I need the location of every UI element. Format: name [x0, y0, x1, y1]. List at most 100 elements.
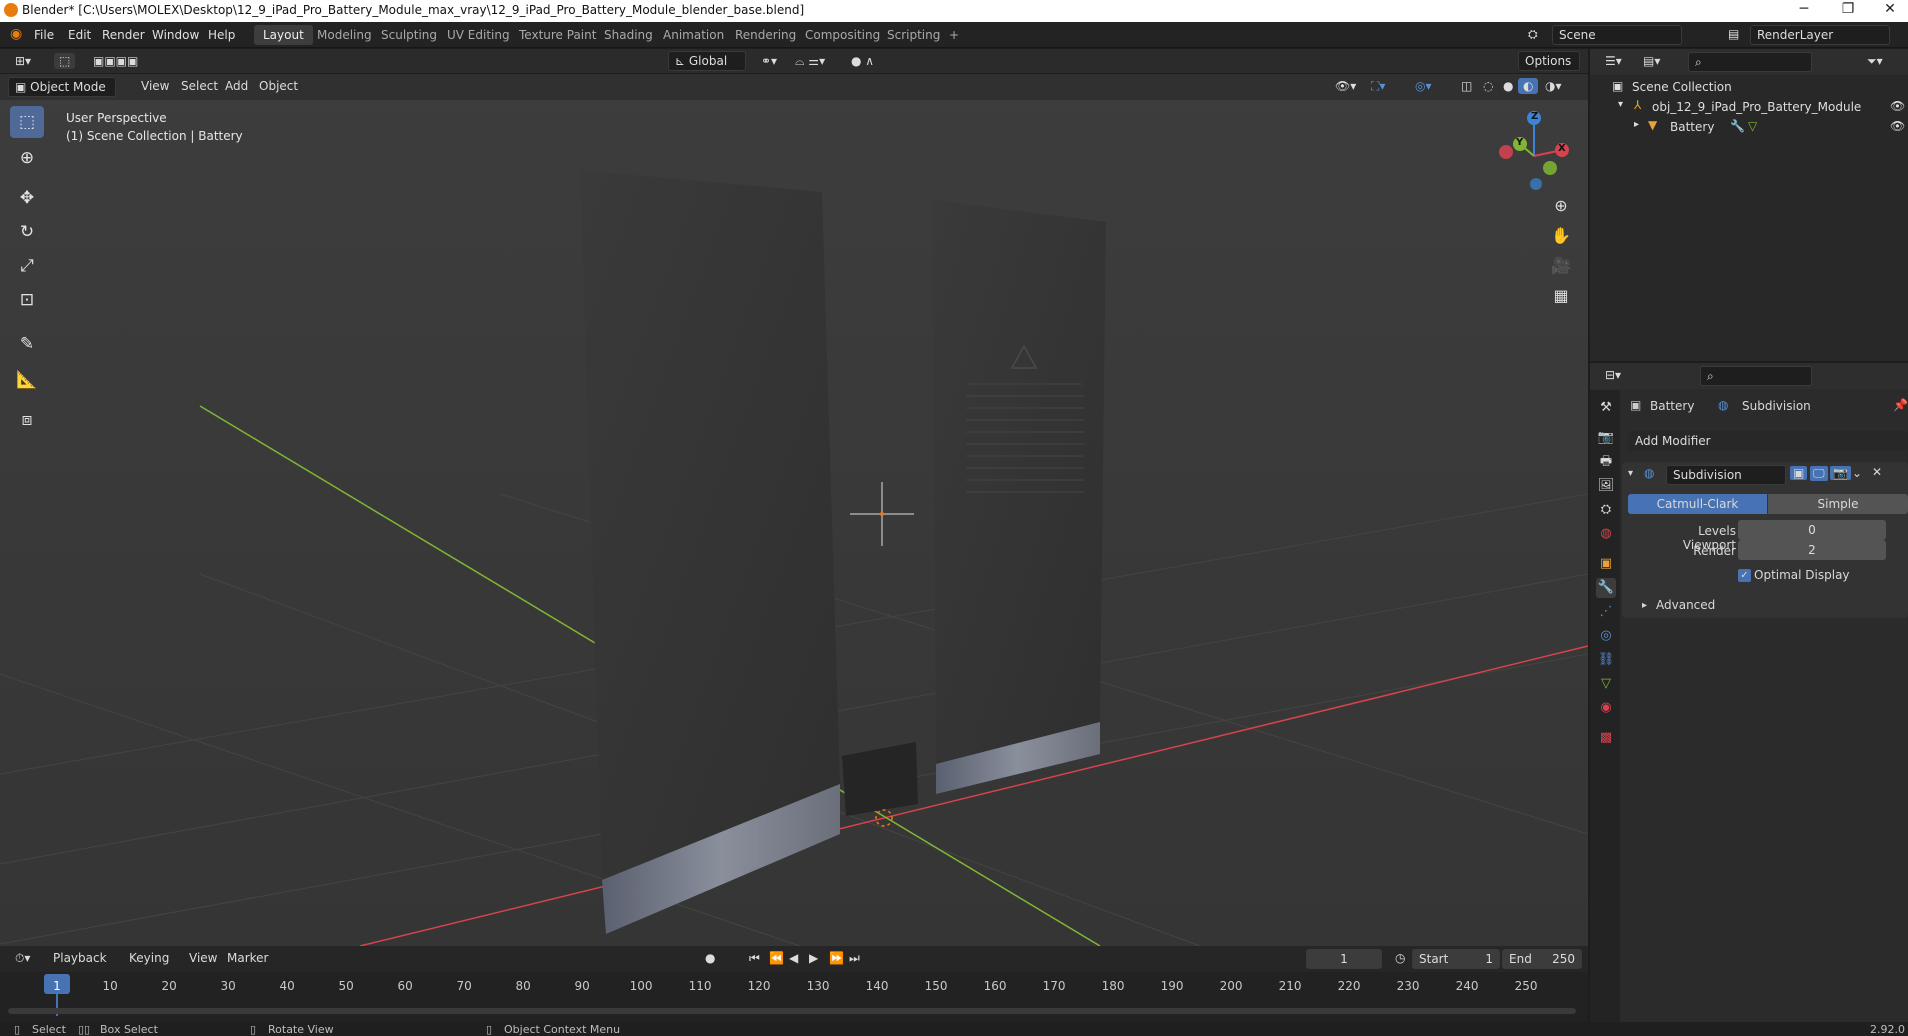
- outliner-item[interactable]: ▸ ▼ Battery 🔧 ▽ 👁: [1590, 117, 1908, 137]
- menu-view[interactable]: View: [136, 78, 174, 94]
- scale-tool-icon[interactable]: ⤢: [10, 250, 44, 282]
- advanced-expand-icon[interactable]: ▸: [1642, 600, 1647, 611]
- select-tool-icon[interactable]: ⬚: [54, 53, 76, 69]
- add-cube-tool-icon[interactable]: ⧈: [10, 404, 44, 436]
- maximize-button[interactable]: ❐: [1828, 1, 1868, 17]
- mode-selector[interactable]: ▣ Object Mode: [8, 77, 116, 97]
- particles-tab-icon[interactable]: ⋰: [1596, 602, 1616, 622]
- pivot-icon[interactable]: ⚭▾: [756, 53, 782, 69]
- blender-menu-icon[interactable]: ◉: [10, 26, 22, 42]
- menu-render[interactable]: Render: [102, 28, 145, 42]
- tab-compositing[interactable]: Compositing: [796, 25, 889, 45]
- outliner-editor-icon[interactable]: ☰▾: [1600, 53, 1627, 69]
- timeline-editor-icon[interactable]: ⏱▾: [10, 950, 35, 967]
- scene-tab-icon[interactable]: ⛭: [1596, 500, 1616, 520]
- tab-rendering[interactable]: Rendering: [726, 25, 805, 45]
- menu-window[interactable]: Window: [152, 28, 199, 42]
- render-layer-selector[interactable]: RenderLayer: [1750, 25, 1890, 45]
- menu-keying[interactable]: Keying: [124, 950, 174, 966]
- options-dropdown[interactable]: Options: [1518, 51, 1580, 71]
- editor-type-icon[interactable]: ⊞▾: [10, 53, 36, 69]
- proportional-edit-icon[interactable]: ● ∧: [846, 53, 879, 69]
- expand-arrow-icon[interactable]: ▾: [1618, 99, 1623, 110]
- mesh-data-icon[interactable]: ▽: [1748, 119, 1757, 133]
- menu-playback[interactable]: Playback: [48, 950, 112, 966]
- xray-icon[interactable]: ◫: [1456, 78, 1477, 94]
- world-tab-icon[interactable]: ◍: [1596, 524, 1616, 544]
- jump-end-icon[interactable]: ⏭: [844, 950, 865, 967]
- record-icon[interactable]: ●: [700, 950, 720, 966]
- camera-view-icon[interactable]: 🎥: [1546, 252, 1576, 280]
- data-tab-icon[interactable]: ▽: [1596, 674, 1616, 694]
- modifier-menu-icon[interactable]: ⌄: [1852, 466, 1862, 480]
- collapse-arrow-icon[interactable]: ▾: [1628, 468, 1633, 479]
- tool-tab-icon[interactable]: ⚒: [1596, 398, 1616, 418]
- properties-search-input[interactable]: ⌕: [1700, 366, 1812, 386]
- render-toggle-icon[interactable]: 📷: [1830, 466, 1851, 480]
- current-frame-field[interactable]: 1: [1306, 949, 1382, 969]
- visibility-eye-icon[interactable]: 👁: [1890, 119, 1905, 133]
- menu-add[interactable]: Add: [220, 78, 253, 94]
- tab-animation[interactable]: Animation: [654, 25, 733, 45]
- transform-tool-icon[interactable]: ⊡: [10, 284, 44, 316]
- menu-select[interactable]: Select: [176, 78, 223, 94]
- shading-wireframe-icon[interactable]: ◌: [1478, 78, 1498, 94]
- menu-object[interactable]: Object: [254, 78, 303, 94]
- visibility-eye-icon[interactable]: 👁: [1890, 99, 1905, 113]
- tab-layout[interactable]: Layout: [254, 25, 313, 45]
- modifier-wrench-icon[interactable]: 🔧: [1730, 119, 1745, 133]
- play-icon[interactable]: ▶: [804, 950, 823, 966]
- rotate-tool-icon[interactable]: ↻: [10, 216, 44, 248]
- menu-marker[interactable]: Marker: [222, 950, 273, 966]
- display-mode-icon[interactable]: ▤▾: [1638, 53, 1665, 69]
- end-frame-field[interactable]: End 250: [1502, 949, 1582, 969]
- zoom-icon[interactable]: ⊕: [1546, 192, 1576, 220]
- selection-mode-icons[interactable]: ▣▣▣▣: [88, 53, 143, 69]
- outliner-scene-collection[interactable]: ▣ Scene Collection: [1590, 77, 1908, 97]
- shading-material-icon[interactable]: ◐: [1518, 78, 1539, 94]
- move-tool-icon[interactable]: ✥: [10, 182, 44, 214]
- optimal-display-checkbox[interactable]: ✓: [1738, 569, 1751, 582]
- constraints-tab-icon[interactable]: ⛓: [1596, 650, 1616, 670]
- output-tab-icon[interactable]: 🖶: [1596, 452, 1616, 472]
- jump-start-icon[interactable]: ⏮: [744, 950, 765, 967]
- modifier-tab-icon[interactable]: 🔧: [1596, 578, 1616, 598]
- overlay-toggle-icon[interactable]: ◎▾: [1410, 78, 1437, 94]
- play-reverse-icon[interactable]: ◀: [784, 950, 803, 966]
- cursor-tool-icon[interactable]: ⊕: [10, 142, 44, 174]
- shading-rendered-icon[interactable]: ◑▾: [1540, 78, 1567, 94]
- simple-button[interactable]: Simple: [1768, 494, 1908, 514]
- render-tab-icon[interactable]: 📷: [1596, 428, 1616, 448]
- outliner-item[interactable]: ▾ ⅄ obj_12_9_iPad_Pro_Battery_Module 👁: [1590, 97, 1908, 117]
- scene-selector[interactable]: Scene: [1552, 25, 1682, 45]
- start-frame-field[interactable]: Start 1: [1412, 949, 1500, 969]
- modifier-name-field[interactable]: Subdivision: [1666, 465, 1786, 485]
- view-layer-tab-icon[interactable]: 🖼: [1596, 476, 1616, 496]
- gizmo-toggle-icon[interactable]: ⛶▾: [1366, 78, 1390, 95]
- texture-tab-icon[interactable]: ▩: [1596, 728, 1616, 748]
- clock-icon[interactable]: ◷: [1390, 950, 1410, 966]
- viewport-toggle-icon[interactable]: 🖵: [1810, 466, 1828, 481]
- annotate-tool-icon[interactable]: ✎: [10, 328, 44, 360]
- menu-help[interactable]: Help: [208, 28, 235, 42]
- tab-sculpting[interactable]: Sculpting: [372, 25, 446, 45]
- object-tab-icon[interactable]: ▣: [1596, 554, 1616, 574]
- filter-icon[interactable]: ⏷▾: [1862, 53, 1888, 70]
- catmull-clark-button[interactable]: Catmull-Clark: [1628, 494, 1767, 514]
- transform-orientation-select[interactable]: ⊾ Global: [668, 51, 746, 71]
- menu-file[interactable]: File: [34, 28, 54, 42]
- pin-icon[interactable]: 📌: [1893, 398, 1908, 412]
- render-levels-field[interactable]: 2: [1738, 540, 1886, 560]
- tab-texture-paint[interactable]: Texture Paint: [510, 25, 605, 45]
- menu-timeline-view[interactable]: View: [184, 950, 222, 966]
- tab-modeling[interactable]: Modeling: [308, 25, 381, 45]
- edit-mode-toggle-icon[interactable]: ▣: [1790, 466, 1808, 480]
- close-button[interactable]: ✕: [1870, 1, 1908, 17]
- tab-shading[interactable]: Shading: [595, 25, 662, 45]
- snap-icon[interactable]: ⌓ ⚌▾: [790, 53, 830, 70]
- outliner-search-input[interactable]: ⌕: [1688, 52, 1812, 72]
- timeline-scrollbar[interactable]: [8, 1008, 1576, 1014]
- select-box-tool-icon[interactable]: ⬚: [10, 106, 44, 138]
- pan-hand-icon[interactable]: ✋: [1546, 222, 1576, 250]
- physics-tab-icon[interactable]: ◎: [1596, 626, 1616, 646]
